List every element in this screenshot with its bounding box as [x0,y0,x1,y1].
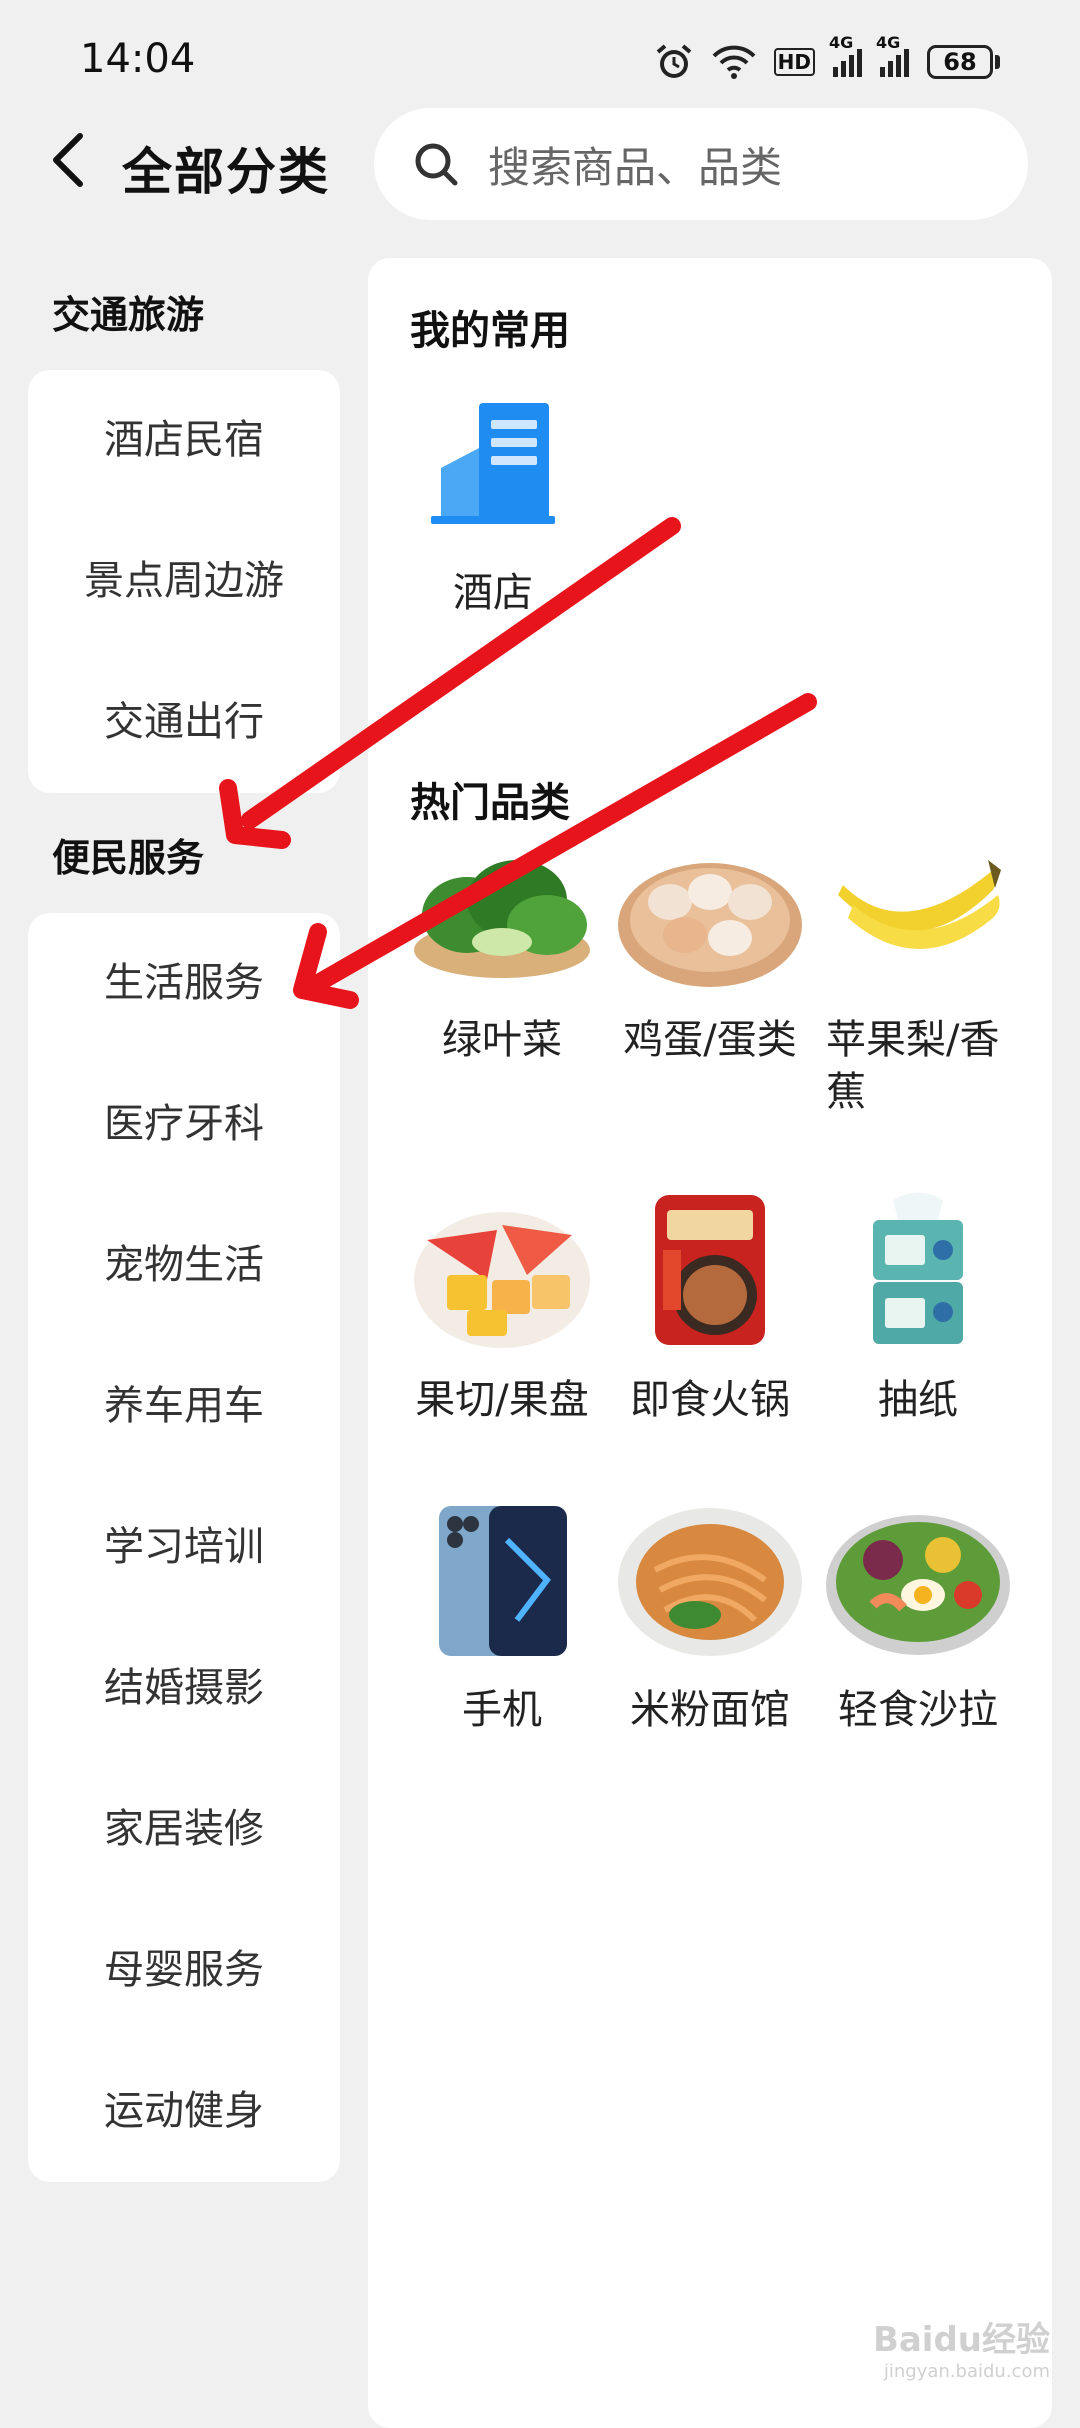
watermark-sub: jingyan.baidu.com [883,2361,1050,2382]
status-icons: HD 4G 4G 68 [654,33,1000,86]
status-bar: 14:04 HD 4G 4G 68 [0,0,1080,100]
network-type-1: 4G [829,33,854,52]
signal-icon-2: 4G [876,33,909,77]
sidebar-item-education[interactable]: 学习培训 [28,1477,340,1618]
search-input[interactable]: 搜索商品、品类 [374,108,1028,220]
eggs-icon [618,863,802,987]
category-label: 即食火锅 [630,1377,790,1423]
group-card-services: 生活服务 医疗牙科 宠物生活 养车用车 学习培训 结婚摄影 家居装修 母婴服务 … [28,913,340,2182]
favorite-hotel-label: 酒店 [453,570,533,616]
sidebar-item-fitness[interactable]: 运动健身 [28,2041,340,2182]
category-label: 果切/果盘 [415,1377,589,1423]
category-label: 抽纸 [878,1377,958,1423]
battery-level: 68 [927,45,993,79]
chevron-left-icon [53,133,83,187]
sidebar-item-maternity[interactable]: 母婴服务 [28,1900,340,2041]
page-title: 全部分类 [122,143,330,201]
group-card-transport: 酒店民宿 景点周边游 交通出行 [28,370,340,793]
signal-icon-1: 4G [829,33,862,77]
noodles-icon [618,1508,802,1656]
watermark-main: Baidu经验 [872,2320,1050,2360]
wifi-icon [712,45,756,79]
sidebar-item-attractions[interactable]: 景点周边游 [28,511,340,652]
category-label: 绿叶菜 [442,1017,562,1063]
favorite-hotel[interactable]: 酒店 [418,398,568,618]
salad-icon [826,1515,1010,1655]
leafy-greens-icon [414,860,590,978]
category-leafy-greens[interactable]: 绿叶菜 [398,830,606,1066]
fruit-platter-icon [414,1212,590,1348]
category-fruit-banana[interactable]: 苹果梨/香蕉 [814,830,1022,1118]
tissue-icon [873,1192,963,1344]
sidebar-item-car[interactable]: 养车用车 [28,1336,340,1477]
category-label: 米粉面馆 [630,1687,790,1733]
sidebar-item-home-decor[interactable]: 家居装修 [28,1759,340,1900]
hotel-building-icon [431,403,555,524]
back-button[interactable] [38,130,98,190]
search-placeholder: 搜索商品、品类 [488,142,783,192]
category-label: 轻食沙拉 [838,1687,998,1733]
sidebar-item-transport[interactable]: 交通出行 [28,652,340,793]
category-label: 手机 [462,1687,542,1733]
banana-icon [838,860,1001,949]
group-title-services: 便民服务 [52,836,205,880]
category-eggs[interactable]: 鸡蛋/蛋类 [606,830,814,1066]
network-type-2: 4G [876,33,901,52]
category-salad[interactable]: 轻食沙拉 [814,1500,1022,1736]
baidu-watermark: Baidu经验 jingyan.baidu.com [873,2312,1050,2382]
status-time: 14:04 [80,36,196,82]
hot-categories-title: 热门品类 [410,780,570,826]
sidebar-item-wedding[interactable]: 结婚摄影 [28,1618,340,1759]
hd-badge: HD [773,48,815,76]
category-noodles[interactable]: 米粉面馆 [606,1500,814,1736]
category-tissue[interactable]: 抽纸 [814,1190,1022,1426]
group-title-transport: 交通旅游 [52,293,205,337]
sidebar-item-hotel[interactable]: 酒店民宿 [28,370,340,511]
sidebar-item-life-services[interactable]: 生活服务 [28,913,340,1054]
category-sidebar: 交通旅游 酒店民宿 景点周边游 交通出行 便民服务 生活服务 医疗牙科 宠物生活… [28,260,340,2182]
category-instant-hotpot[interactable]: 即食火锅 [606,1190,814,1426]
instant-hotpot-icon [655,1195,765,1345]
favorites-title: 我的常用 [410,308,570,354]
phone-icon [439,1506,567,1656]
sidebar-item-medical[interactable]: 医疗牙科 [28,1054,340,1195]
category-phone[interactable]: 手机 [398,1500,606,1736]
category-label: 苹果梨/香蕉 [826,1017,1000,1115]
sidebar-item-pets[interactable]: 宠物生活 [28,1195,340,1336]
header: 全部分类 搜索商品、品类 [0,100,1080,240]
category-fruit-platter[interactable]: 果切/果盘 [398,1190,606,1426]
category-label: 鸡蛋/蛋类 [623,1017,797,1063]
battery-icon: 68 [927,45,1000,79]
alarm-icon [656,44,691,78]
category-panel: 我的常用 酒店 热门品类 绿叶菜 鸡蛋/蛋类 苹果梨/香蕉 果切/果盘 即食火锅… [368,258,1052,2428]
search-icon [415,143,458,186]
